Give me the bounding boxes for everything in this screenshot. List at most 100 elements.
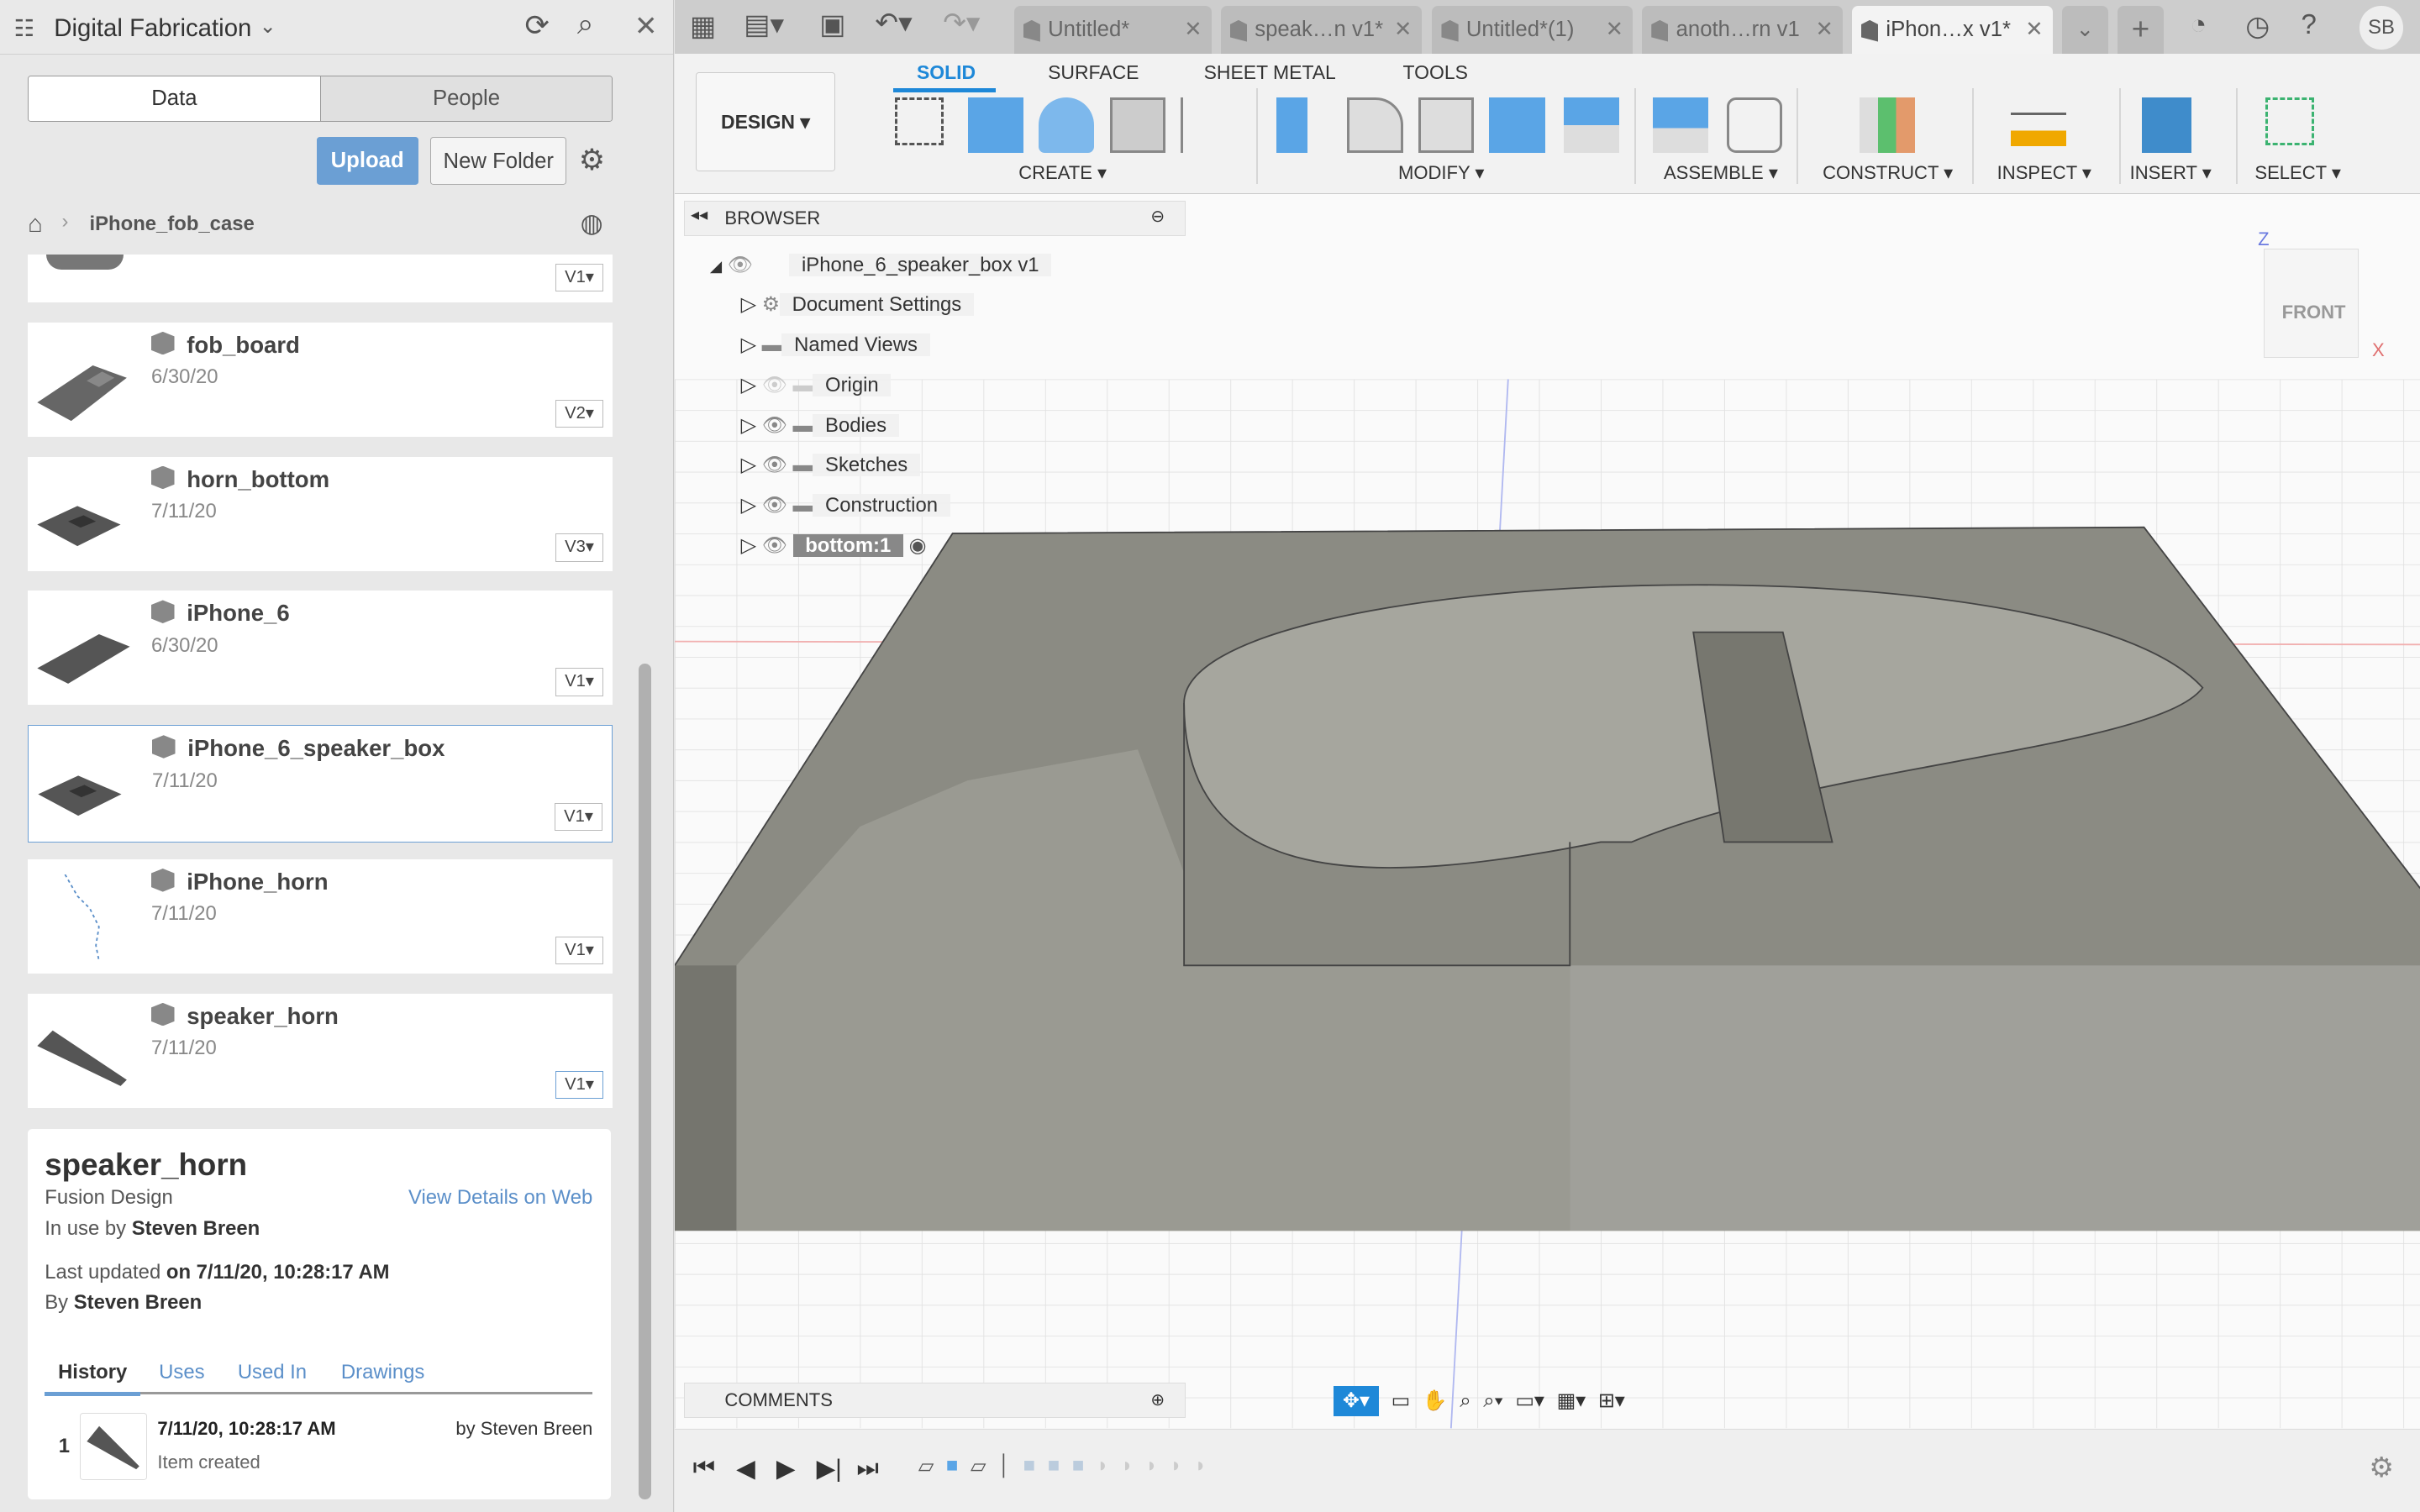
insert-menu[interactable]: INSERT ▾ <box>2130 162 2212 184</box>
insert-image-icon[interactable] <box>2142 97 2192 153</box>
pin-icon[interactable]: ⊖ <box>1150 206 1165 227</box>
comments-panel[interactable]: COMMENTS ⊕ <box>683 1382 1186 1419</box>
tab-history[interactable]: History <box>45 1361 141 1396</box>
measure-icon[interactable] <box>2011 113 2067 146</box>
pattern-icon[interactable] <box>1181 97 1239 153</box>
app-grid-icon[interactable]: ▦ <box>690 9 716 43</box>
list-item[interactable]: iPhone_horn 7/11/20 V1▾ <box>28 859 613 974</box>
scrollbar[interactable] <box>639 663 652 1500</box>
close-tab-icon[interactable]: ✕ <box>1815 6 1833 54</box>
browser-root-node[interactable]: ◢ 👁 iPhone_6_speaker_box v1 <box>710 249 1052 282</box>
close-tab-icon[interactable]: ✕ <box>1394 6 1413 54</box>
split-body-icon[interactable] <box>1563 97 1619 153</box>
timeline-settings-icon[interactable]: ⚙ <box>2369 1451 2394 1484</box>
modify-menu[interactable]: MODIFY ▾ <box>1398 162 1484 184</box>
browser-node[interactable]: ▷ 👁 ▬ Construction <box>741 489 950 522</box>
history-row[interactable]: 1 7/11/20, 10:28:17 AM Item created by S… <box>28 1410 611 1484</box>
joint-icon[interactable] <box>1727 97 1783 153</box>
doc-tab[interactable]: Untitled* ✕ <box>1013 6 1212 55</box>
tab-solid[interactable]: SOLID <box>917 61 976 84</box>
hole-icon[interactable] <box>1109 97 1165 153</box>
grid-settings-icon[interactable]: ▦▾ <box>1557 1389 1586 1413</box>
tab-sheet-metal[interactable]: SHEET METAL <box>1204 61 1336 84</box>
assemble-menu[interactable]: ASSEMBLE ▾ <box>1664 162 1778 184</box>
tab-uses[interactable]: Uses <box>159 1361 204 1384</box>
tab-tools[interactable]: TOOLS <box>1403 61 1468 84</box>
create-sketch-icon[interactable] <box>895 97 944 146</box>
browser-node[interactable]: ▷ 👁 ▬ Bodies <box>741 409 899 443</box>
doc-tab-active[interactable]: iPhon…x v1* ✕ <box>1852 6 2053 55</box>
version-dropdown[interactable]: V1▾ <box>555 803 603 832</box>
browser-node[interactable]: ▷ ⚙ Document Settings <box>741 288 974 322</box>
redo-icon[interactable]: ↷▾ <box>943 6 980 39</box>
avatar[interactable]: SB <box>2360 6 2403 50</box>
list-item[interactable]: horn_bottom 7/11/20 V3▾ <box>28 456 613 571</box>
timeline-extrude-icon[interactable]: ■ <box>946 1454 958 1478</box>
viewcube-face-label[interactable]: FRONT <box>2282 302 2346 323</box>
version-dropdown[interactable]: V1▾ <box>555 1070 604 1099</box>
display-settings-icon[interactable]: ▭▾ <box>1515 1389 1544 1413</box>
undo-icon[interactable]: ↶▾ <box>875 6 912 39</box>
pan-icon[interactable]: ✋ <box>1423 1389 1448 1413</box>
help-icon[interactable]: ? <box>2302 9 2317 41</box>
tab-used-in[interactable]: Used In <box>238 1361 307 1384</box>
team-icon[interactable]: ☷ <box>14 15 35 42</box>
create-menu[interactable]: CREATE ▾ <box>1018 162 1107 184</box>
add-comment-icon[interactable]: ⊕ <box>1150 1383 1165 1417</box>
tab-data[interactable]: Data <box>29 76 320 122</box>
version-dropdown[interactable]: V2▾ <box>555 399 604 428</box>
last-step-icon[interactable]: ⏭ <box>856 1454 878 1483</box>
revolve-icon[interactable] <box>1039 97 1095 153</box>
offset-plane-icon[interactable] <box>1860 97 1916 153</box>
fillet-icon[interactable] <box>1347 97 1403 153</box>
browser-node[interactable]: ▷ 👁 ▬ Origin <box>741 369 892 402</box>
browser-node[interactable]: ▷ 👁 ▬ Sketches <box>741 449 920 482</box>
play-icon[interactable]: ▶ <box>776 1454 796 1483</box>
version-dropdown[interactable]: V1▾ <box>555 936 604 965</box>
close-icon[interactable]: ✕ <box>634 9 658 43</box>
select-menu[interactable]: SELECT ▾ <box>2254 162 2341 184</box>
search-icon[interactable]: ⌕ <box>577 8 594 41</box>
new-folder-button[interactable]: New Folder <box>430 137 567 186</box>
extensions-icon[interactable]: ◔ <box>2190 9 2207 41</box>
timeline-feature-icon[interactable]: ■ <box>1048 1454 1060 1478</box>
tab-surface[interactable]: SURFACE <box>1048 61 1139 84</box>
timeline-fillet-icon[interactable]: ◗ <box>1097 1454 1108 1478</box>
timeline-sketch-icon[interactable]: ▱ <box>918 1454 934 1478</box>
viewcube[interactable]: FRONT <box>2264 248 2359 359</box>
file-icon[interactable]: ▤▾ <box>744 8 784 41</box>
breadcrumb[interactable]: iPhone_fob_case <box>90 213 255 236</box>
doc-tab[interactable]: Untitled*(1) ✕ <box>1432 6 1634 55</box>
timeline-fillet-icon[interactable]: ◗ <box>1194 1454 1206 1478</box>
tab-people[interactable]: People <box>319 76 613 122</box>
version-dropdown[interactable]: V1▾ <box>555 668 604 696</box>
version-dropdown[interactable]: V1▾ <box>555 264 604 292</box>
timeline-fillet-icon[interactable]: ◗ <box>1121 1454 1133 1478</box>
project-title[interactable]: Digital Fabrication <box>54 14 251 43</box>
timeline-fillet-icon[interactable]: ◗ <box>1145 1454 1157 1478</box>
timeline-fillet-icon[interactable]: ◗ <box>1170 1454 1181 1478</box>
home-icon[interactable]: ⌂ <box>28 210 43 239</box>
new-tab-button[interactable]: + <box>2117 6 2165 55</box>
select-icon[interactable] <box>2265 97 2314 146</box>
upload-button[interactable]: Upload <box>316 137 418 186</box>
timeline-feature-icon[interactable]: ■ <box>1072 1454 1084 1478</box>
workspace-dropdown[interactable]: DESIGN ▾ <box>696 72 835 171</box>
list-item-selected[interactable]: iPhone_6_speaker_box 7/11/20 V1▾ <box>28 725 613 843</box>
browser-panel-header[interactable]: ◂◂ BROWSER ⊖ <box>683 200 1186 237</box>
job-status-icon[interactable]: ◷ <box>2245 9 2270 43</box>
tab-overflow-button[interactable]: ⌄ <box>2061 6 2108 55</box>
refresh-icon[interactable]: ⟳ <box>524 9 549 43</box>
close-tab-icon[interactable]: ✕ <box>2025 6 2044 54</box>
inspect-menu[interactable]: INSPECT ▾ <box>1997 162 2091 184</box>
construct-menu[interactable]: CONSTRUCT ▾ <box>1823 162 1953 184</box>
look-at-icon[interactable]: ▭ <box>1392 1389 1411 1413</box>
browser-node-body[interactable]: ▷ 👁 bottom:1 ◉ <box>741 529 926 563</box>
shell-icon[interactable] <box>1418 97 1475 153</box>
list-item[interactable]: iPhone_6 6/30/20 V1▾ <box>28 591 613 706</box>
first-step-icon[interactable]: ⏮ <box>693 1454 715 1483</box>
close-tab-icon[interactable]: ✕ <box>1184 6 1202 54</box>
doc-tab[interactable]: anoth…rn v1 ✕ <box>1642 6 1843 55</box>
globe-icon[interactable]: ◍ <box>581 208 603 239</box>
list-item[interactable]: V1▾ <box>28 255 613 302</box>
